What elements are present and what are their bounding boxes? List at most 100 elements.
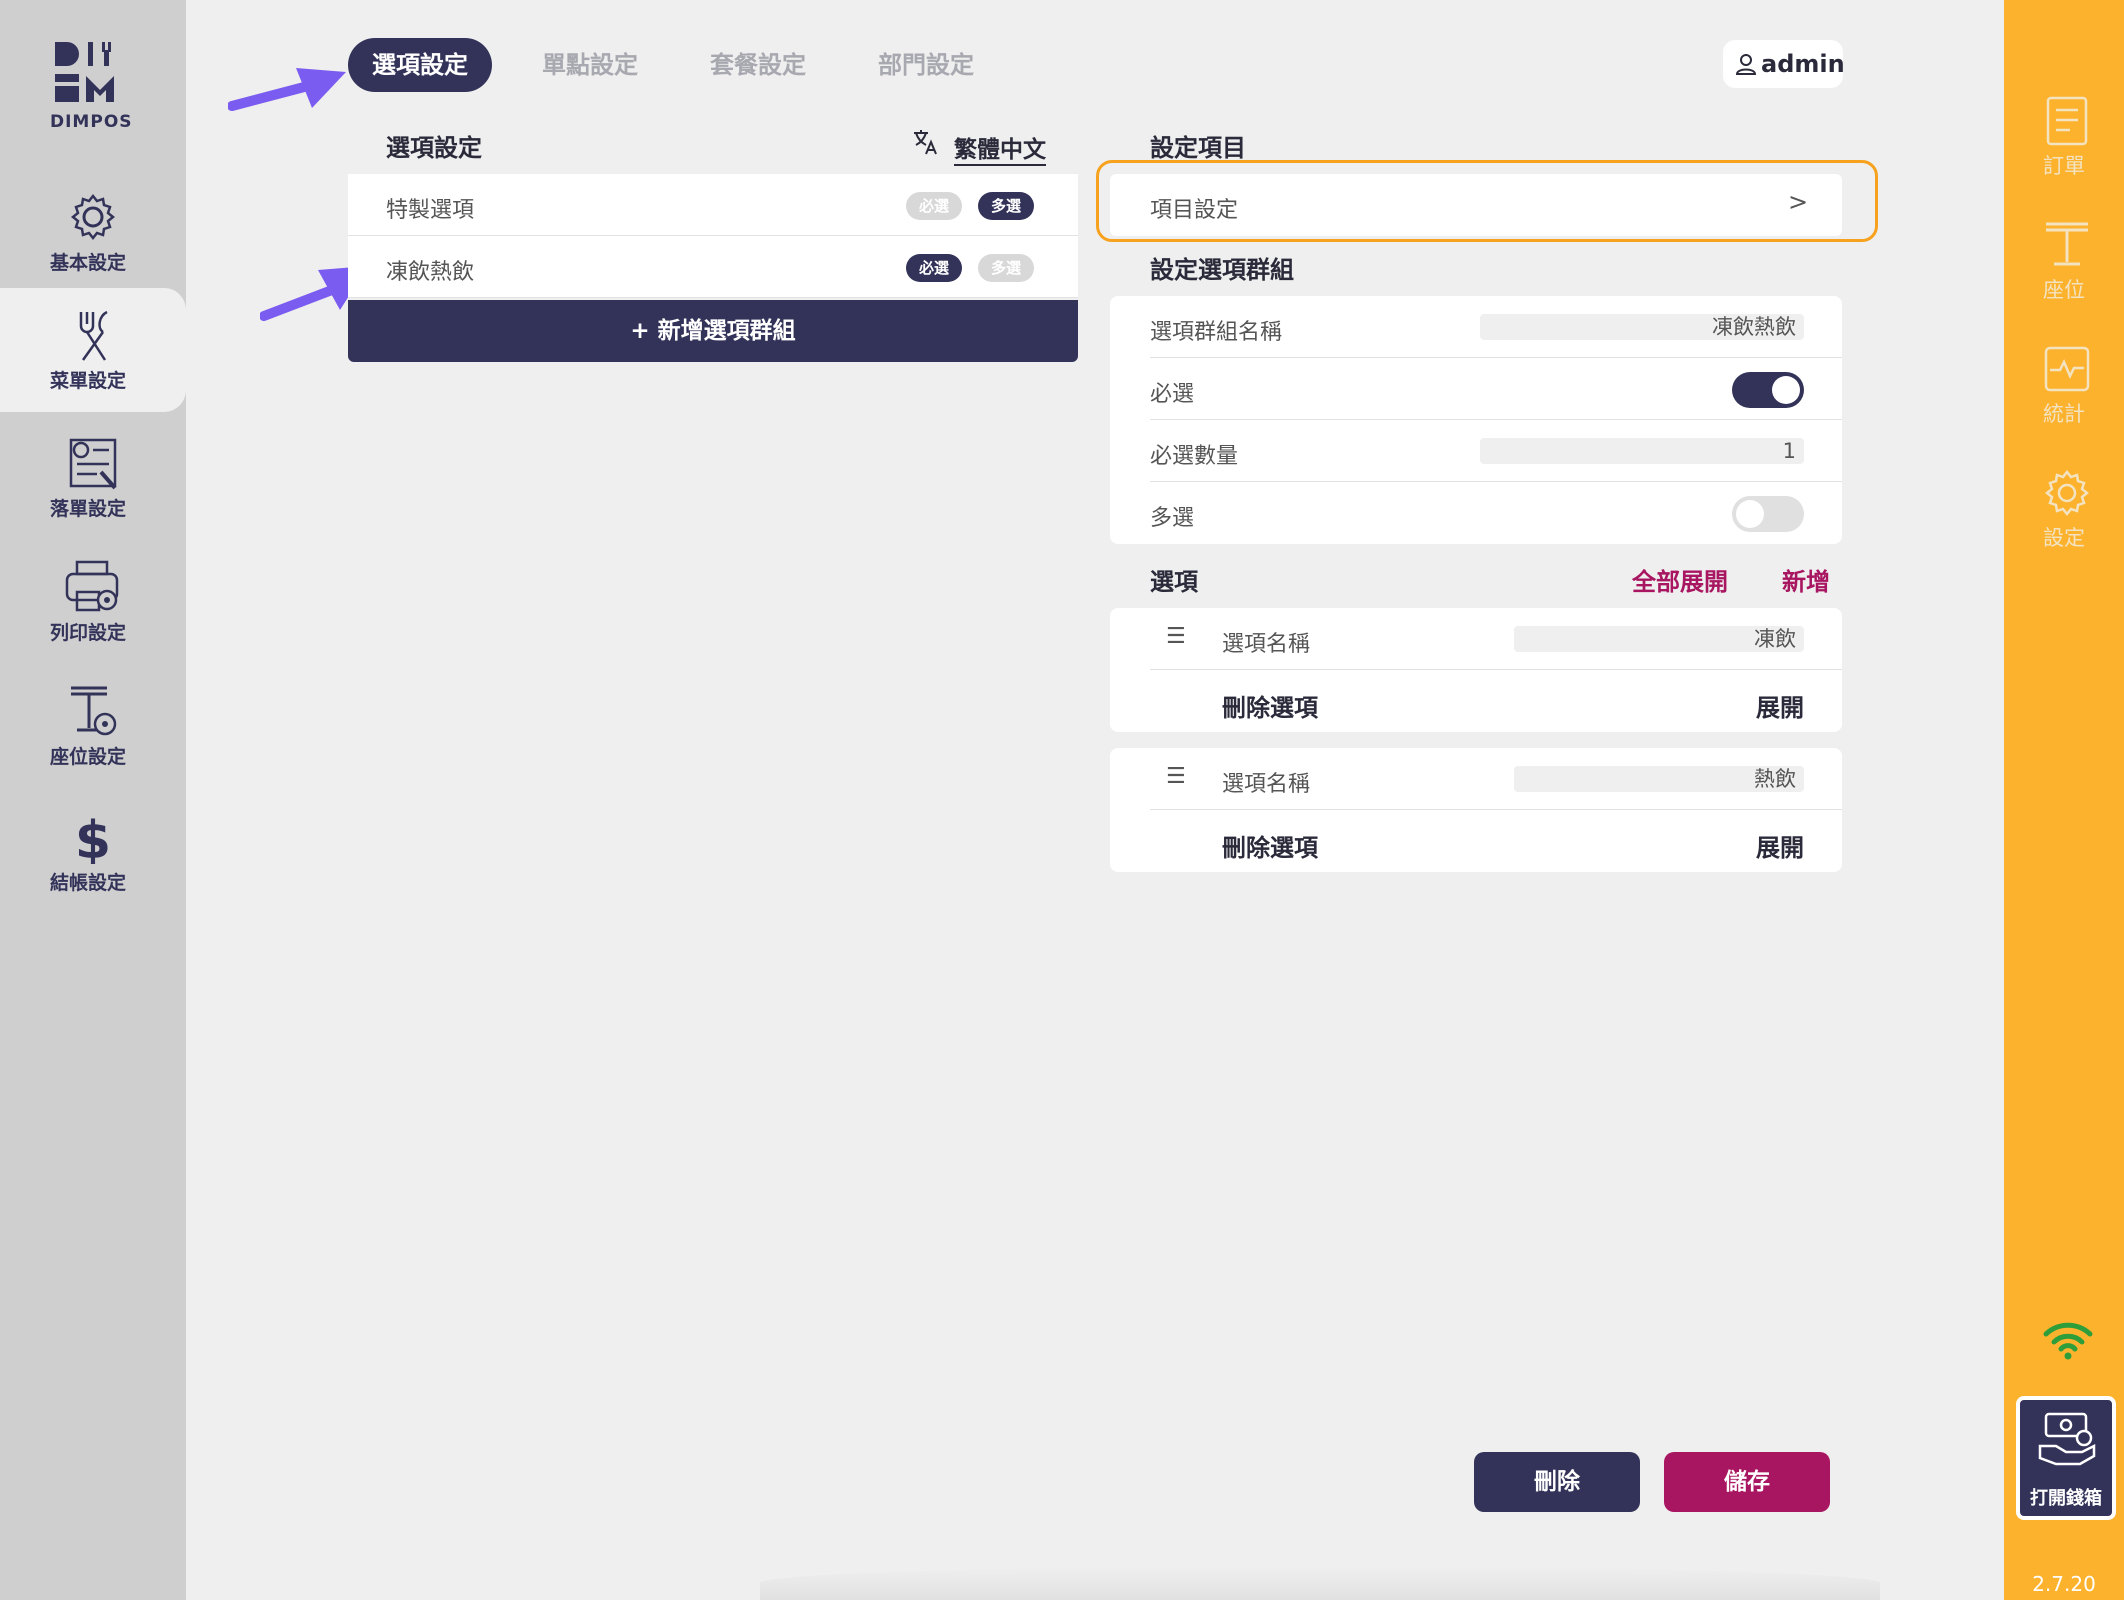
drag-handle-icon[interactable]: ☰ (1166, 624, 1186, 649)
required-count-row: 必選數量 1 (1150, 420, 1842, 482)
stats-icon (2044, 346, 2090, 392)
group-name-label: 選項群組名稱 (1150, 320, 1283, 345)
right-sidebar: 訂單 座位 統計 設定 打開錢箱 2.7.20 (2004, 0, 2124, 1600)
right-nav-label: 統計 (2043, 402, 2085, 426)
right-nav-stats[interactable]: 統計 (2004, 344, 2124, 454)
wifi-icon (2043, 1322, 2093, 1360)
dimpos-logo[interactable]: DIMPOS (50, 40, 132, 132)
required-count-label: 必選數量 (1150, 444, 1239, 469)
order-list-icon (2046, 96, 2088, 146)
table-icon (2046, 222, 2088, 266)
required-row: 必選 (1150, 358, 1842, 420)
cash-drawer-label: 打開錢箱 (2030, 1488, 2102, 1509)
toggle-knob (1772, 376, 1800, 404)
order-settings-icon (69, 438, 117, 490)
option-name-label: 選項名稱 (1222, 632, 1311, 657)
delete-button[interactable]: 刪除 (1474, 1452, 1640, 1512)
app-version: 2.7.20 (2032, 1572, 2096, 1596)
nav-item-print-settings[interactable]: 列印設定 (0, 540, 186, 658)
annotation-arrow-icon (228, 68, 346, 111)
option-name-row: ☰ 選項名稱 熱飲 (1150, 748, 1842, 810)
option-name-field[interactable]: 凍飲 (1514, 626, 1804, 652)
dollar-icon: $ (75, 811, 111, 864)
multi-select-label: 多選 (1150, 506, 1195, 531)
nav-item-table-settings[interactable]: 座位設定 (0, 664, 186, 782)
right-nav-label: 座位 (2043, 278, 2085, 302)
expand-all-button[interactable]: 全部展開 (1632, 562, 1728, 597)
option-settings-title: 選項設定 (386, 134, 482, 162)
tab-set-meal-settings[interactable]: 套餐設定 (710, 38, 806, 92)
bottom-shadow (760, 1566, 1880, 1600)
required-toggle[interactable] (1732, 372, 1804, 408)
option-name-row: ☰ 選項名稱 凍飲 (1150, 608, 1842, 670)
expand-option-button[interactable]: 展開 (1756, 828, 1804, 863)
svg-text:$: $ (75, 811, 111, 864)
language-label: 繁體中文 (954, 130, 1046, 166)
translate-icon (914, 130, 937, 155)
list-item[interactable]: 特製選項 必選 多選 (348, 174, 1078, 236)
nav-label: 列印設定 (49, 622, 126, 644)
required-badge: 必選 (906, 254, 962, 282)
option-group-settings-title: 設定選項群組 (1150, 256, 1294, 284)
nav-label: 基本設定 (49, 252, 126, 274)
tab-option-settings[interactable]: 選項設定 (348, 38, 492, 92)
right-nav-orders[interactable]: 訂單 (2004, 96, 2124, 206)
option-name-label: 選項名稱 (1222, 772, 1311, 797)
multi-select-toggle[interactable] (1732, 496, 1804, 532)
required-count-field[interactable]: 1 (1480, 438, 1804, 464)
table-settings-icon (71, 686, 117, 736)
right-nav-label: 訂單 (2043, 154, 2085, 178)
right-nav-tables[interactable]: 座位 (2004, 220, 2124, 330)
nav-label: 結帳設定 (49, 872, 126, 894)
group-name-field[interactable]: 凍飲熱飲 (1480, 314, 1804, 340)
right-nav-settings[interactable]: 設定 (2004, 468, 2124, 578)
drag-handle-icon[interactable]: ☰ (1166, 764, 1186, 789)
option-group-list: 特製選項 必選 多選 凍飲熱飲 必選 多選 (348, 174, 1078, 298)
group-name-row: 選項群組名稱 凍飲熱飲 (1150, 296, 1842, 358)
gear-icon (70, 193, 116, 241)
gear-icon (2044, 469, 2090, 517)
option-card: ☰ 選項名稱 熱飲 刪除選項 展開 (1110, 748, 1842, 872)
left-sidebar: DIMPOS 基本設定 菜單設定 落單設定 列印設定 座位設定 $ 結帳設定 (0, 0, 186, 1600)
multi-select-badge: 多選 (978, 192, 1034, 220)
logo-text: DIMPOS (50, 112, 133, 132)
nav-label: 落單設定 (49, 498, 126, 520)
highlight-frame (1096, 160, 1878, 242)
group-name: 特製選項 (386, 198, 475, 223)
tab-single-item-settings[interactable]: 單點設定 (542, 38, 638, 92)
list-item[interactable]: 凍飲熱飲 必選 多選 (348, 236, 1078, 298)
utensils-icon (79, 310, 108, 361)
options-title: 選項 (1150, 568, 1198, 596)
nav-item-menu-settings[interactable]: 菜單設定 (0, 288, 186, 412)
option-card: ☰ 選項名稱 凍飲 刪除選項 展開 (1110, 608, 1842, 732)
required-badge: 必選 (906, 192, 962, 220)
nav-item-checkout-settings[interactable]: $ 結帳設定 (0, 790, 186, 908)
add-option-button[interactable]: 新增 (1782, 562, 1830, 597)
nav-label: 菜單設定 (49, 370, 126, 392)
multi-select-row: 多選 (1150, 482, 1842, 544)
toggle-knob (1736, 500, 1764, 528)
cash-drawer-icon (2038, 1412, 2096, 1466)
settings-title: 設定項目 (1150, 134, 1246, 162)
multi-select-badge: 多選 (978, 254, 1034, 282)
logo-mark-icon (55, 42, 114, 102)
group-name: 凍飲熱飲 (386, 260, 475, 285)
nav-item-order-settings[interactable]: 落單設定 (0, 416, 186, 534)
nav-item-basic-settings[interactable]: 基本設定 (0, 170, 186, 288)
right-nav-label: 設定 (2043, 526, 2085, 550)
printer-settings-icon (65, 560, 119, 612)
add-option-group-button[interactable]: + 新增選項群組 (348, 300, 1078, 362)
save-button[interactable]: 儲存 (1664, 1452, 1830, 1512)
option-group-form: 選項群組名稱 凍飲熱飲 必選 必選數量 1 多選 (1110, 296, 1842, 544)
open-cash-drawer-button[interactable]: 打開錢箱 (2016, 1396, 2116, 1520)
option-name-field[interactable]: 熱飲 (1514, 766, 1804, 792)
delete-option-button[interactable]: 刪除選項 (1222, 828, 1318, 863)
delete-option-button[interactable]: 刪除選項 (1222, 688, 1318, 723)
username: admin (1761, 50, 1845, 78)
user-badge[interactable]: admin (1723, 40, 1845, 88)
user-icon (1735, 54, 1757, 75)
expand-option-button[interactable]: 展開 (1756, 688, 1804, 723)
nav-label: 座位設定 (49, 746, 126, 768)
tab-department-settings[interactable]: 部門設定 (878, 38, 974, 92)
required-label: 必選 (1150, 382, 1195, 407)
